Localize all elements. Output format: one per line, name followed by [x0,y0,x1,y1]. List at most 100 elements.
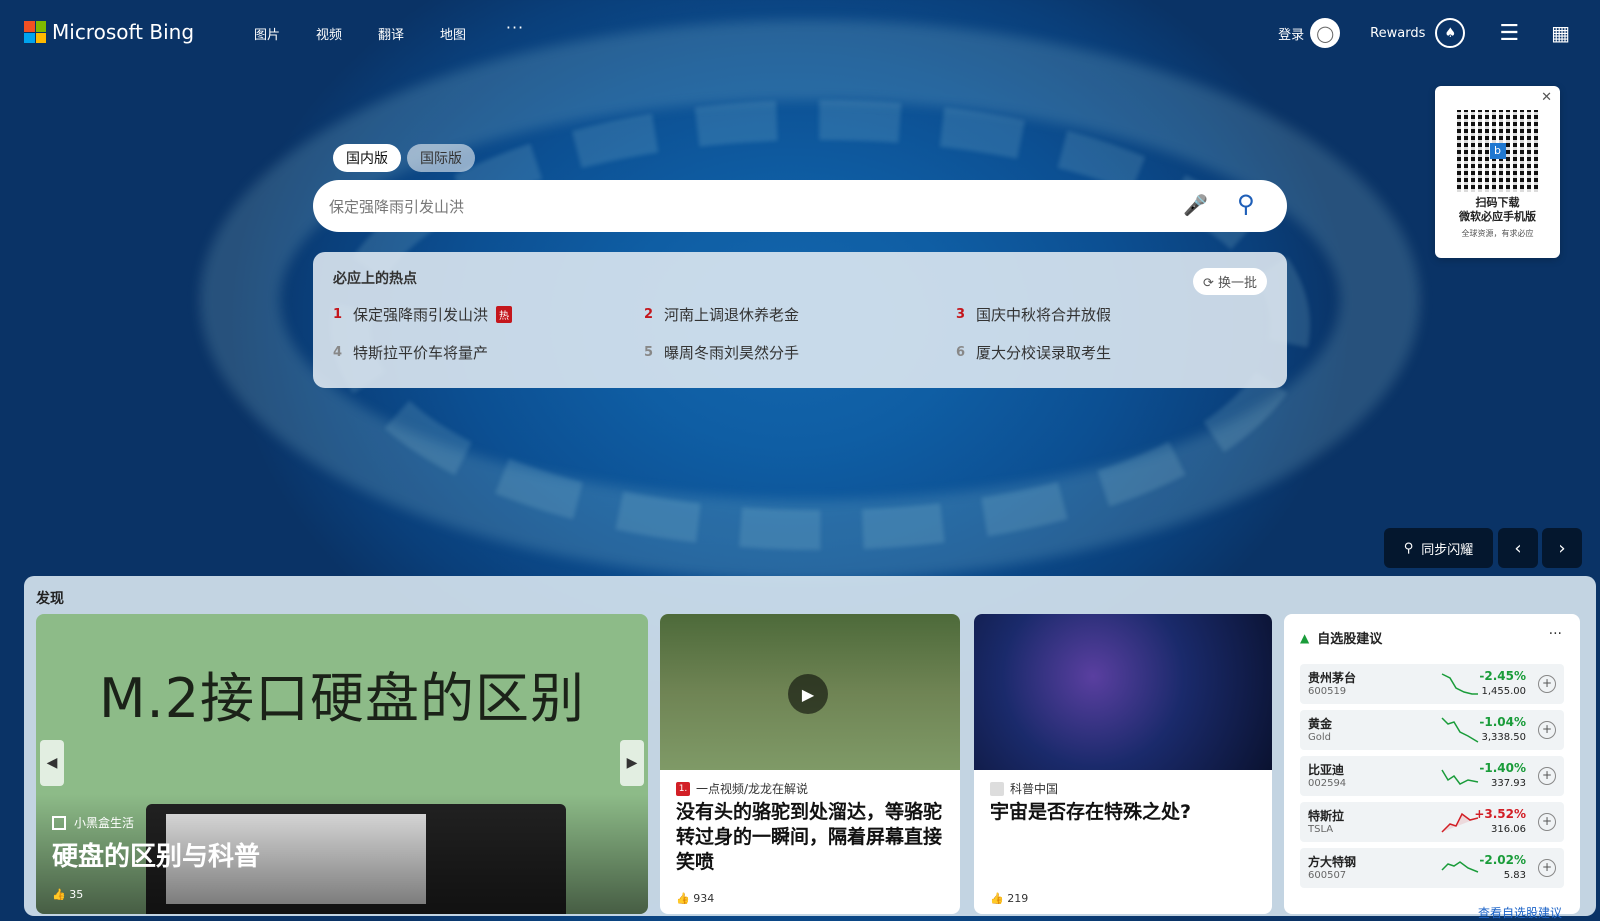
rank-number: 4 [333,345,343,360]
trending-text: 厦大分校误录取考生 [976,344,1112,362]
add-stock-icon[interactable]: + [1538,859,1556,877]
add-stock-icon[interactable]: + [1538,813,1556,831]
stock-name: 方大特钢 [1308,855,1357,869]
trending-text: 河南上调退休养老金 [664,306,800,324]
qr-title: 扫码下载 [1475,196,1520,209]
news-source-name: 科普中国 [1010,782,1059,796]
trending-item[interactable]: 3 国庆中秋将合并放假 [956,304,1111,325]
stock-name: 黄金 [1308,717,1333,731]
chevron-right-icon: › [1558,537,1566,559]
rank-number: 6 [956,345,966,360]
stock-price: 3,338.50 [1481,732,1526,743]
trending-item[interactable]: 6 厦大分校误录取考生 [956,342,1111,363]
like-count[interactable]: 👍 934 [676,892,714,905]
qr-code-image: b [1456,110,1539,192]
trending-item[interactable]: 2 河南上调退休养老金 [644,304,799,325]
image-location-button[interactable]: ⚲ 同步闪耀 [1384,528,1493,568]
trending-text: 国庆中秋将合并放假 [976,306,1112,324]
nav-maps[interactable]: 地图 [422,24,484,43]
nav-translate[interactable]: 翻译 [360,24,422,43]
app-download-card: ✕ b 扫码下载 微软必应手机版 全球资源，有求必应 [1435,86,1560,258]
stock-row[interactable]: 方大特钢 600507 -2.02% 5.83 + [1300,848,1564,888]
stock-change: -1.04% [1479,715,1526,729]
nav-images[interactable]: 图片 [236,24,298,43]
add-stock-icon[interactable]: + [1538,721,1556,739]
hot-badge: 热 [496,306,513,323]
sparkline [1441,673,1478,695]
main-nav: 图片 视频 翻译 地图 ··· [236,18,546,43]
rank-number: 1 [333,307,343,322]
discover-title: 发现 [36,591,64,607]
trophy-icon: ♠ [1435,18,1466,48]
stock-change: +3.52% [1474,807,1526,821]
news-headline: 没有头的骆驼到处溜达，等骆驼转过身的一瞬间，隔着屏幕直接笑喷 [676,801,943,873]
chevron-left-icon: ‹ [1514,537,1522,559]
trend-icon: ▲ [1300,630,1310,645]
menu-icon[interactable]: ☰ [1499,21,1519,46]
close-icon[interactable]: ✕ [1541,90,1552,105]
universe-image [974,614,1272,770]
stock-row[interactable]: 特斯拉 TSLA +3.52% 316.06 + [1300,802,1564,842]
rewards-label: Rewards [1370,25,1426,41]
trending-title: 必应上的热点 [333,271,417,287]
next-image-button[interactable]: › [1542,528,1582,568]
chevron-right-icon: ▶ [626,755,638,771]
news-source: 1. 一点视频/龙龙在解说 [676,780,808,797]
source-icon [990,781,1004,796]
rank-number: 2 [644,307,654,322]
nav-more[interactable]: ··· [484,18,546,43]
featured-image-text: M.2接口硬盘的区别 [98,667,586,730]
stock-row[interactable]: 贵州茅台 600519 -2.45% 1,455.00 + [1300,664,1564,704]
search-icon[interactable]: ⚲ [1237,190,1255,218]
stock-row[interactable]: 比亚迪 002594 -1.40% 337.93 + [1300,756,1564,796]
discover-section: 发现 M.2接口硬盘的区别 小黑盒生活 硬盘的区别与科普 👍 35 ◀ ▶ ▶ … [24,576,1596,920]
more-options-icon[interactable]: ··· [1549,626,1562,642]
stock-price: 337.93 [1491,778,1526,789]
stock-name: 特斯拉 [1308,809,1345,823]
bing-logo[interactable]: Microsoft Bing [24,20,194,44]
trending-text: 保定强降雨引发山洪 [353,306,489,324]
search-input[interactable] [327,192,1131,222]
login-button[interactable]: 登录 ◯ [1278,18,1341,48]
play-icon[interactable]: ▶ [788,674,828,714]
trending-item[interactable]: 4 特斯拉平价车将量产 [333,342,488,363]
news-card-science[interactable]: 科普中国 宇宙是否存在特殊之处? 👍 219 [974,614,1272,914]
location-pin-icon: ⚲ [1403,540,1414,556]
stock-widget-header: ▲ 自选股建议 [1300,628,1382,648]
featured-card[interactable]: M.2接口硬盘的区别 小黑盒生活 硬盘的区别与科普 👍 35 ◀ ▶ [36,614,648,914]
news-source: 科普中国 [990,780,1058,797]
add-stock-icon[interactable]: + [1538,767,1556,785]
like-count[interactable]: 👍 219 [990,892,1028,905]
sparkline [1441,861,1479,873]
nav-videos[interactable]: 视频 [298,24,360,43]
top-bar: Microsoft Bing 图片 视频 翻译 地图 ··· 登录 ◯ Rewa… [0,0,1600,64]
stock-price: 316.06 [1491,824,1526,835]
like-count[interactable]: 👍 35 [52,888,83,901]
login-label: 登录 [1278,27,1305,43]
news-card-video[interactable]: ▶ 1. 一点视频/龙龙在解说 没有头的骆驼到处溜达，等骆驼转过身的一瞬间，隔着… [660,614,960,914]
view-stock-suggestions-link[interactable]: 查看自选股建议 [1478,904,1562,921]
stock-code: TSLA [1308,824,1334,835]
carousel-next-button[interactable]: ▶ [620,740,644,786]
news-headline: 宇宙是否存在特殊之处? [990,801,1192,823]
stock-change: -2.02% [1479,853,1526,867]
location-label: 同步闪耀 [1421,542,1474,558]
add-stock-icon[interactable]: + [1538,675,1556,693]
refresh-label: 换一批 [1217,276,1257,291]
refresh-button[interactable]: ⟳ 换一批 [1192,268,1267,295]
avatar-icon: ◯ [1310,18,1341,48]
qr-code-icon[interactable]: ▦ [1551,21,1570,45]
carousel-prev-button[interactable]: ◀ [40,740,64,786]
trending-item[interactable]: 1 保定强降雨引发山洪 热 [333,304,513,325]
trending-item[interactable]: 5 曝周冬雨刘昊然分手 [644,342,799,363]
stock-price: 1,455.00 [1481,686,1526,697]
tab-international[interactable]: 国际版 [407,144,475,172]
stock-row[interactable]: 黄金 Gold -1.04% 3,338.50 + [1300,710,1564,750]
previous-image-button[interactable]: ‹ [1498,528,1538,568]
tab-domestic[interactable]: 国内版 [333,144,401,172]
featured-source: 小黑盒生活 [52,814,134,831]
stock-price: 5.83 [1503,870,1526,881]
microphone-icon[interactable]: 🎤 [1183,193,1208,217]
qr-subtitle: 微软必应手机版 [1459,210,1536,223]
rewards-button[interactable]: Rewards ♠ [1370,18,1466,48]
